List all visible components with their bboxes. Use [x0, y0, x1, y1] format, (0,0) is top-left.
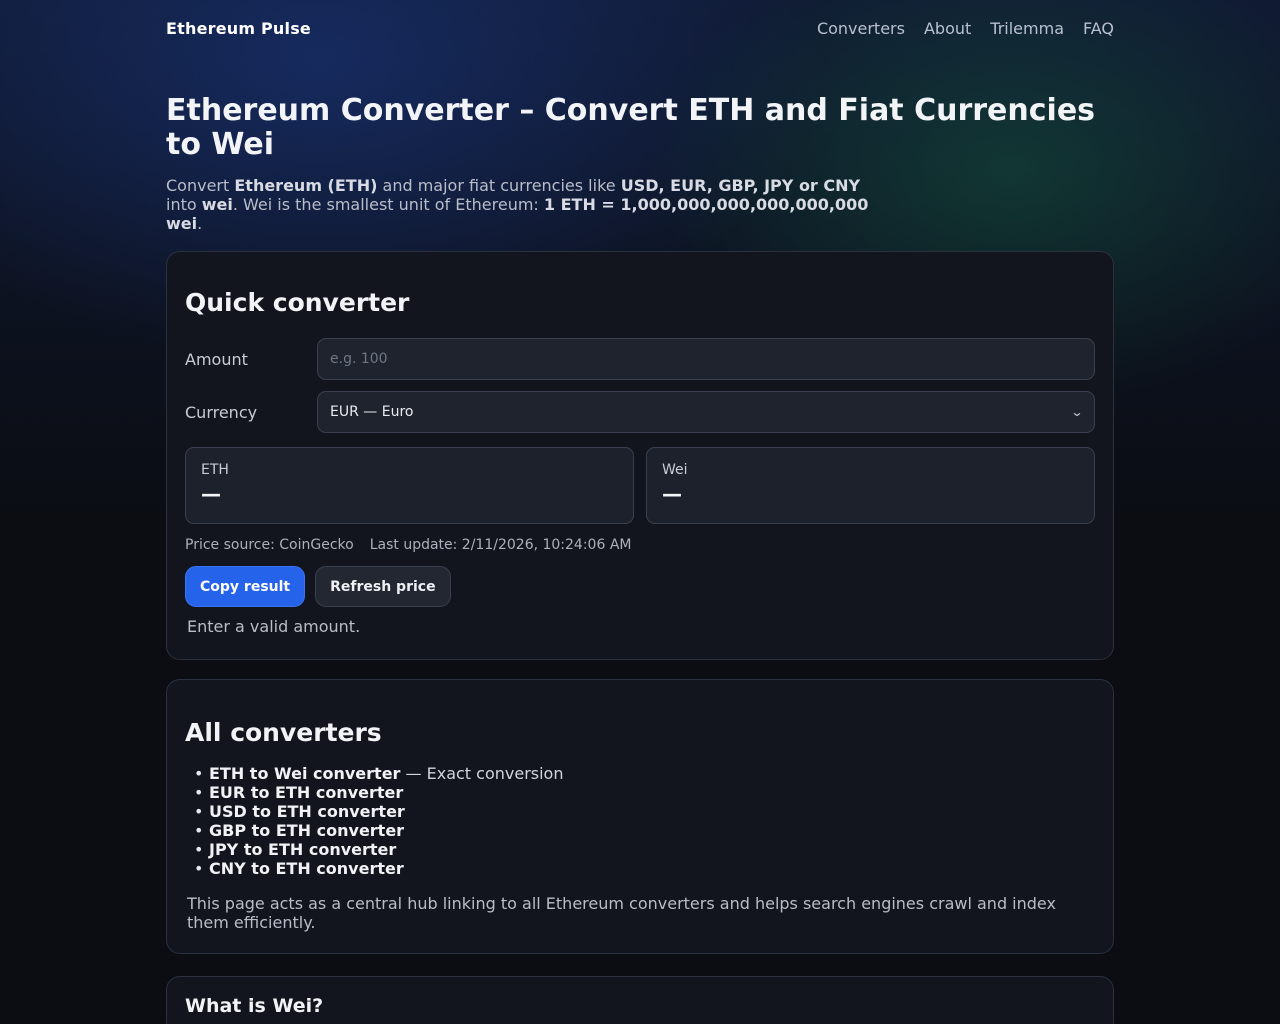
converter-list: ETH to Wei converter — Exact conversion … [185, 764, 1095, 878]
wei-result-label: Wei [662, 462, 688, 478]
nav-link-about[interactable]: About [924, 19, 971, 38]
eth-result-value: — [201, 482, 221, 506]
amount-label: Amount [185, 349, 248, 369]
converter-link-eur-eth[interactable]: EUR to ETH converter [209, 783, 403, 802]
wei-result-box: Wei — [646, 447, 1095, 524]
nav-link-converters[interactable]: Converters [817, 19, 905, 38]
intro-text: . Wei is the smallest unit of Ethereum: [232, 195, 544, 214]
nav-link-trilemma[interactable]: Trilemma [990, 19, 1064, 38]
converter-link-gbp-eth[interactable]: GBP to ETH converter [209, 821, 404, 840]
intro-strong-wei: wei [201, 195, 233, 214]
brand-logo-link[interactable]: Ethereum Pulse [166, 19, 311, 38]
intro-text: and major fiat currencies like [377, 176, 621, 195]
list-item: JPY to ETH converter [194, 840, 1095, 859]
list-item: CNY to ETH converter [194, 859, 1095, 878]
intro-text: . [197, 214, 203, 233]
list-item: GBP to ETH converter [194, 821, 1095, 840]
chevron-down-icon: ⌄ [1070, 405, 1084, 419]
converter-link-usd-eth[interactable]: USD to ETH converter [209, 802, 405, 821]
currency-select[interactable]: EUR — Euro ⌄ [317, 391, 1095, 433]
quick-converter-card: Quick converter Amount Currency EUR — Eu… [166, 251, 1114, 660]
page-title: Ethereum Converter – Convert ETH and Fia… [166, 93, 1096, 162]
all-converters-title: All converters [185, 718, 382, 747]
top-navigation-bar: Ethereum Pulse Converters About Trilemma… [166, 0, 1114, 56]
eth-result-box: ETH — [185, 447, 634, 524]
currency-label: Currency [185, 402, 258, 422]
currency-selected-value: EUR — Euro [330, 404, 414, 420]
list-item: ETH to Wei converter — Exact conversion [194, 764, 1095, 783]
amount-input[interactable] [317, 338, 1095, 380]
validation-message: Enter a valid amount. [187, 617, 361, 636]
copy-result-button[interactable]: Copy result [185, 566, 306, 607]
conversion-results: ETH — Wei — [185, 447, 1095, 524]
converter-link-eth-wei[interactable]: ETH to Wei converter [209, 764, 400, 783]
intro-strong-currencies: USD, EUR, GBP, JPY or CNY [620, 176, 861, 195]
list-item: USD to ETH converter [194, 802, 1095, 821]
last-update: Last update: 2/11/2026, 10:24:06 AM [369, 537, 632, 553]
converter-link-cny-eth[interactable]: CNY to ETH converter [209, 859, 404, 878]
currency-row: Currency EUR — Euro ⌄ [185, 391, 1095, 433]
price-meta: Price source: CoinGecko Last update: 2/1… [185, 537, 1095, 553]
quick-converter-title: Quick converter [185, 288, 410, 317]
intro-text: Convert [166, 176, 235, 195]
converter-link-jpy-eth[interactable]: JPY to ETH converter [209, 840, 396, 859]
list-item: EUR to ETH converter [194, 783, 1095, 802]
converter-actions: Copy result Refresh price [185, 566, 1095, 607]
what-is-wei-title: What is Wei? [185, 995, 324, 1017]
hub-description: This page acts as a central hub linking … [187, 894, 1056, 932]
what-is-wei-card: What is Wei? [166, 976, 1114, 1024]
intro-strong-eth: Ethereum (ETH) [234, 176, 378, 195]
price-source: Price source: CoinGecko [185, 537, 354, 553]
eth-result-label: ETH [201, 462, 229, 478]
page-container: Ethereum Pulse Converters About Trilemma… [166, 0, 1114, 1024]
intro-text: into [166, 195, 202, 214]
wei-result-value: — [662, 482, 682, 506]
all-converters-card: All converters ETH to Wei converter — Ex… [166, 679, 1114, 954]
converter-link-note: — Exact conversion [400, 764, 564, 783]
currency-select-wrapper: EUR — Euro ⌄ [317, 391, 1095, 433]
intro-paragraph: Convert Ethereum (ETH) and major fiat cu… [166, 176, 886, 233]
refresh-price-button[interactable]: Refresh price [315, 566, 451, 607]
main-nav: Converters About Trilemma FAQ [817, 19, 1114, 38]
amount-row: Amount [185, 338, 1095, 380]
nav-link-faq[interactable]: FAQ [1083, 19, 1114, 38]
